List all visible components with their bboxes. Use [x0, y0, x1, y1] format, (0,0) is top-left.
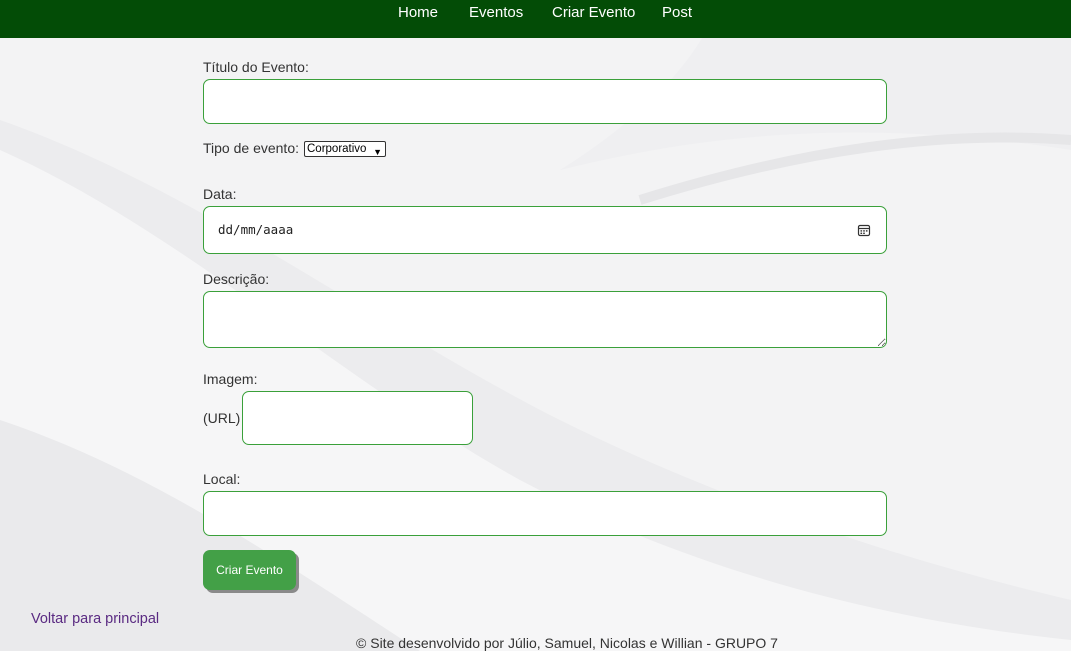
date-label: Data: [203, 186, 237, 202]
image-url-input[interactable] [242, 391, 473, 445]
footer-credits: © Site desenvolvido por Júlio, Samuel, N… [356, 635, 778, 651]
location-input[interactable] [203, 491, 887, 536]
nav-eventos-link[interactable]: Eventos [469, 4, 523, 21]
nav-criar-evento-link[interactable]: Criar Evento [552, 4, 635, 21]
top-navbar: Home Eventos Criar Evento Post [0, 0, 1071, 38]
date-placeholder: dd/mm/aaaa [218, 222, 294, 237]
chevron-down-icon: ▼ [373, 147, 382, 157]
image-url-label: (URL) [203, 410, 241, 426]
create-event-button[interactable]: Criar Evento [203, 550, 296, 590]
description-label: Descrição: [203, 271, 270, 287]
nav-home-link[interactable]: Home [398, 4, 438, 21]
image-label: Imagem: [203, 371, 258, 387]
event-type-selected-value: Corporativo [307, 143, 367, 155]
back-to-main-link[interactable]: Voltar para principal [31, 611, 159, 627]
event-title-label: Título do Evento: [203, 59, 309, 75]
calendar-icon[interactable] [857, 223, 871, 237]
event-title-input[interactable] [203, 79, 887, 124]
event-type-select[interactable]: Corporativo ▼ [304, 141, 386, 157]
event-type-label: Tipo de evento: [203, 140, 299, 156]
location-label: Local: [203, 471, 241, 487]
description-textarea[interactable] [203, 291, 887, 348]
nav-post-link[interactable]: Post [662, 4, 692, 21]
date-input[interactable]: dd/mm/aaaa [203, 206, 887, 254]
